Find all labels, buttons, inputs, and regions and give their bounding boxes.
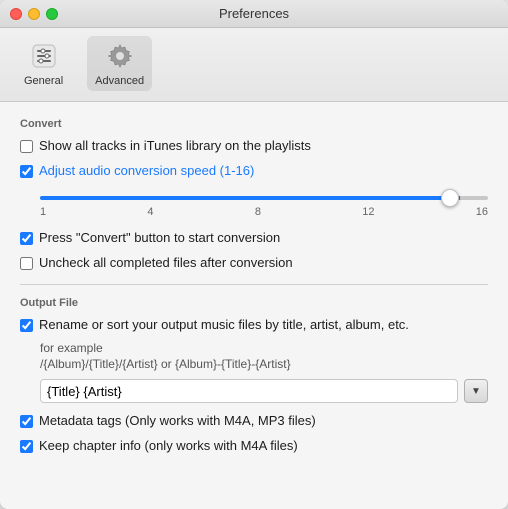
output-header: Output File (20, 297, 488, 309)
adjust-speed-row: Adjust audio conversion speed (1-16) (20, 163, 488, 180)
convert-header: Convert (20, 118, 488, 130)
slider-label-8: 8 (255, 206, 261, 218)
slider-label-12: 12 (362, 206, 374, 218)
show-tracks-label: Show all tracks in iTunes library on the… (39, 138, 311, 155)
preferences-window: Preferences General (0, 0, 508, 509)
press-convert-checkbox[interactable] (20, 232, 33, 245)
chevron-down-icon: ▼ (471, 386, 481, 397)
advanced-tab-label: Advanced (95, 75, 144, 87)
keep-chapter-row: Keep chapter info (only works with M4A f… (20, 438, 488, 455)
general-icon (28, 40, 60, 72)
metadata-tags-row: Metadata tags (Only works with M4A, MP3 … (20, 413, 488, 430)
adjust-speed-checkbox[interactable] (20, 165, 33, 178)
format-dropdown-button[interactable]: ▼ (464, 379, 488, 403)
slider-label-16: 16 (476, 206, 488, 218)
uncheck-completed-checkbox[interactable] (20, 257, 33, 270)
show-tracks-row: Show all tracks in iTunes library on the… (20, 138, 488, 155)
slider-label-1: 1 (40, 206, 46, 218)
rename-sort-row: Rename or sort your output music files b… (20, 317, 488, 334)
toolbar: General Advanced (0, 28, 508, 102)
uncheck-completed-label: Uncheck all completed files after conver… (39, 255, 293, 272)
content-area: Convert Show all tracks in iTunes librar… (0, 102, 508, 509)
uncheck-completed-row: Uncheck all completed files after conver… (20, 255, 488, 272)
section-divider (20, 284, 488, 285)
metadata-tags-checkbox[interactable] (20, 415, 33, 428)
general-tab[interactable]: General (16, 36, 71, 91)
format-input[interactable] (40, 379, 458, 403)
adjust-speed-label: Adjust audio conversion speed (1-16) (39, 163, 254, 180)
output-section: Output File Rename or sort your output m… (20, 297, 488, 456)
show-tracks-checkbox[interactable] (20, 140, 33, 153)
example-label: for example (40, 341, 488, 355)
convert-section: Convert Show all tracks in iTunes librar… (20, 118, 488, 272)
titlebar: Preferences (0, 0, 508, 28)
press-convert-row: Press "Convert" button to start conversi… (20, 230, 488, 247)
keep-chapter-label: Keep chapter info (only works with M4A f… (39, 438, 298, 455)
traffic-lights (10, 8, 58, 20)
speed-slider[interactable] (40, 196, 488, 200)
press-convert-label: Press "Convert" button to start conversi… (39, 230, 280, 247)
advanced-icon (104, 40, 136, 72)
minimize-button[interactable] (28, 8, 40, 20)
keep-chapter-checkbox[interactable] (20, 440, 33, 453)
metadata-tags-label: Metadata tags (Only works with M4A, MP3 … (39, 413, 316, 430)
window-title: Preferences (219, 6, 289, 21)
rename-sort-label: Rename or sort your output music files b… (39, 317, 409, 334)
slider-label-4: 4 (147, 206, 153, 218)
advanced-tab[interactable]: Advanced (87, 36, 152, 91)
slider-labels: 1 4 8 12 16 (40, 206, 488, 218)
format-input-row: ▼ (40, 379, 488, 403)
rename-sort-checkbox[interactable] (20, 319, 33, 332)
example-path: /{Album}/{Title}/{Artist} or {Album}-{Ti… (40, 357, 488, 371)
close-button[interactable] (10, 8, 22, 20)
general-tab-label: General (24, 75, 63, 87)
speed-slider-section: 1 4 8 12 16 (40, 188, 488, 218)
maximize-button[interactable] (46, 8, 58, 20)
